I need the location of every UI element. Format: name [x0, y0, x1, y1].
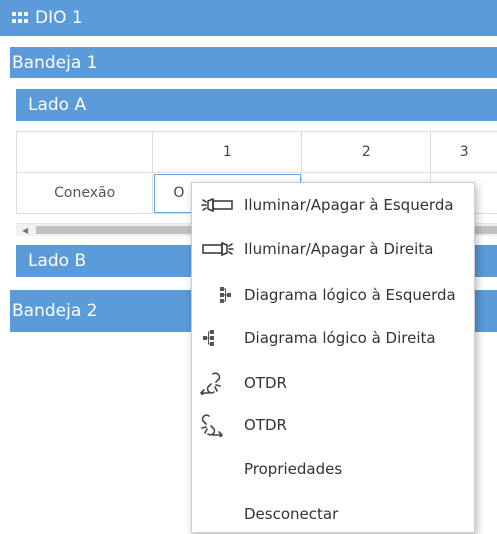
column-header: 3 [431, 132, 497, 173]
row-label: Conexão [17, 173, 153, 214]
menu-item-label: OTDR [244, 374, 287, 392]
menu-item-light-right[interactable]: Iluminar/Apagar à Direita [192, 229, 474, 269]
context-menu: Iluminar/Apagar à Esquerda Iluminar/Apag… [191, 182, 475, 533]
tray-2-label: Bandeja 2 [12, 301, 97, 321]
menu-item-label: Diagrama lógico à Direita [244, 329, 436, 347]
column-header: 2 [302, 132, 431, 173]
logic-diagram-left-icon [206, 284, 242, 306]
menu-item-label: Desconectar [244, 505, 338, 523]
logic-diagram-right-icon [192, 327, 228, 349]
menu-item-label: Iluminar/Apagar à Direita [244, 240, 433, 258]
menu-item-label: Diagrama lógico à Esquerda [244, 286, 456, 304]
grid-icon [12, 12, 28, 24]
dio-header[interactable]: DIO 1 [0, 0, 497, 36]
tray-1-label: Bandeja 1 [12, 53, 97, 73]
side-b-label: Lado B [28, 251, 86, 271]
menu-item-otdr-left[interactable]: OTDR [192, 363, 474, 403]
light-left-icon [200, 194, 236, 216]
side-a-label: Lado A [28, 95, 86, 115]
tray-1-header[interactable]: Bandeja 1 [10, 47, 497, 78]
menu-item-light-left[interactable]: Iluminar/Apagar à Esquerda [192, 185, 474, 225]
dio-title: DIO 1 [35, 8, 83, 28]
menu-item-otdr-right[interactable]: OTDR [192, 405, 474, 445]
menu-item-label: Iluminar/Apagar à Esquerda [244, 196, 454, 214]
menu-item-disconnect[interactable]: Desconectar [192, 494, 474, 534]
menu-item-logic-diagram-left[interactable]: Diagrama lógico à Esquerda [192, 275, 474, 315]
light-right-icon [200, 238, 236, 260]
table-header-row: 1 2 3 [17, 132, 497, 173]
otdr-right-icon [194, 414, 230, 436]
scroll-left-icon[interactable]: ◀ [22, 226, 28, 235]
side-a-header[interactable]: Lado A [16, 89, 497, 121]
menu-item-logic-diagram-right[interactable]: Diagrama lógico à Direita [192, 318, 474, 358]
column-header: 1 [153, 132, 302, 173]
menu-item-label: Propriedades [244, 460, 342, 478]
menu-item-properties[interactable]: Propriedades [192, 449, 474, 489]
table-corner-cell [17, 132, 153, 173]
otdr-left-icon [194, 372, 230, 394]
menu-item-label: OTDR [244, 416, 287, 434]
